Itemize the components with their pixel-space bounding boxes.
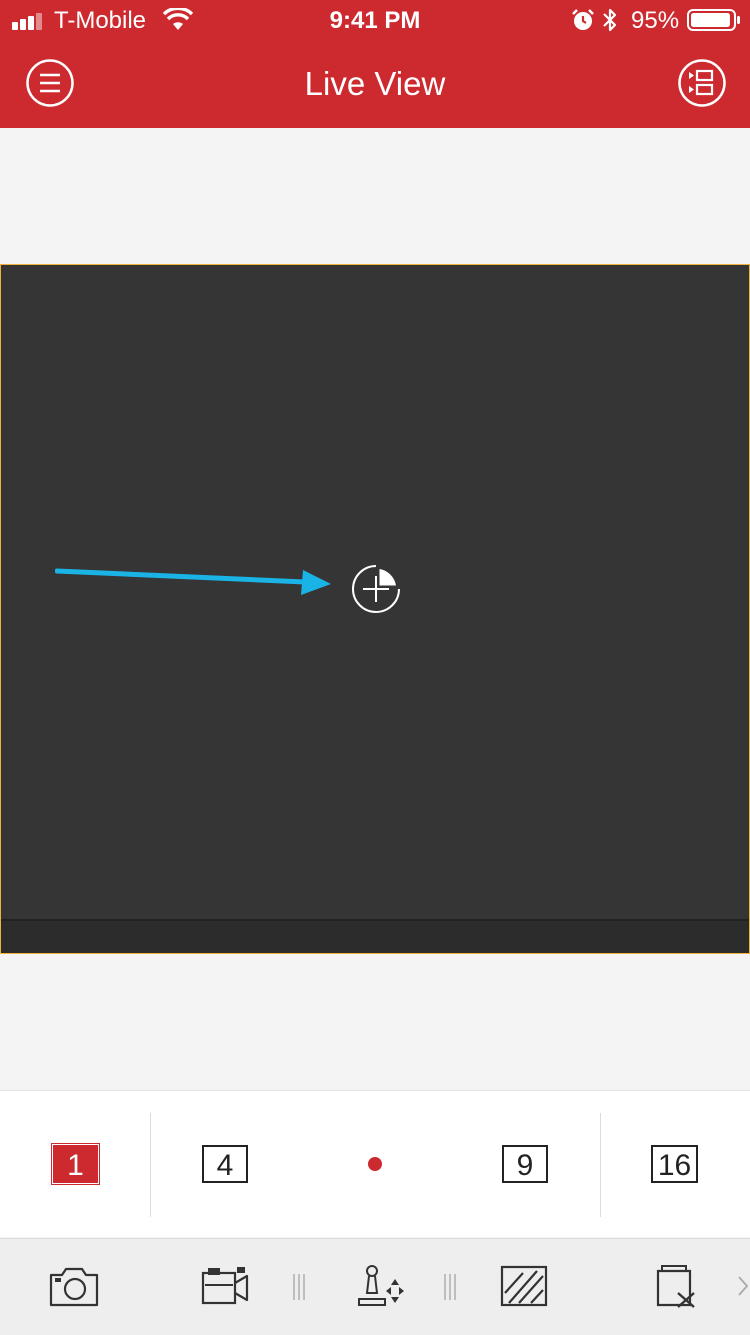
- alarm-icon: [572, 9, 594, 30]
- live-view-status-strip: [1, 919, 749, 953]
- device-list-icon[interactable]: [677, 58, 727, 108]
- app-header: T-Mobile 9:41 PM 95% Live View: [0, 0, 750, 128]
- battery-icon: [687, 9, 740, 31]
- chevron-right-icon[interactable]: [736, 1273, 750, 1299]
- layout-option-9[interactable]: 9: [502, 1145, 548, 1183]
- page-indicator-dot: [368, 1157, 382, 1171]
- split-screen-selector: 1 4 9 16: [0, 1090, 750, 1237]
- close-all-icon[interactable]: [652, 1263, 704, 1309]
- battery-percent: 95%: [631, 7, 680, 34]
- bluetooth-icon: [603, 8, 617, 32]
- status-bar: T-Mobile 9:41 PM 95%: [0, 0, 750, 40]
- layout-option-16[interactable]: 16: [651, 1145, 698, 1183]
- image-quality-icon[interactable]: [499, 1263, 551, 1309]
- page-title: Live View: [304, 65, 446, 102]
- nav-bar: Live View: [0, 40, 750, 128]
- ptz-control-icon[interactable]: [355, 1263, 407, 1309]
- layout-option-1[interactable]: 1: [51, 1143, 100, 1185]
- live-view-window[interactable]: [0, 264, 750, 954]
- annotation-arrow-icon: [55, 568, 331, 595]
- toolbar-grip-icon: [293, 1274, 305, 1300]
- bottom-toolbar: [0, 1238, 750, 1335]
- toolbar-grip-icon: [444, 1274, 456, 1300]
- divider: [600, 1113, 601, 1217]
- video-record-icon[interactable]: [199, 1263, 251, 1309]
- signal-strength-icon: [12, 13, 42, 30]
- divider: [150, 1113, 151, 1217]
- carrier-name: T-Mobile: [54, 7, 147, 34]
- hamburger-menu-icon[interactable]: [25, 58, 75, 108]
- add-camera-icon[interactable]: [351, 564, 401, 614]
- wifi-icon: [163, 8, 193, 30]
- camera-snapshot-icon[interactable]: [48, 1263, 100, 1309]
- layout-option-4[interactable]: 4: [202, 1145, 248, 1183]
